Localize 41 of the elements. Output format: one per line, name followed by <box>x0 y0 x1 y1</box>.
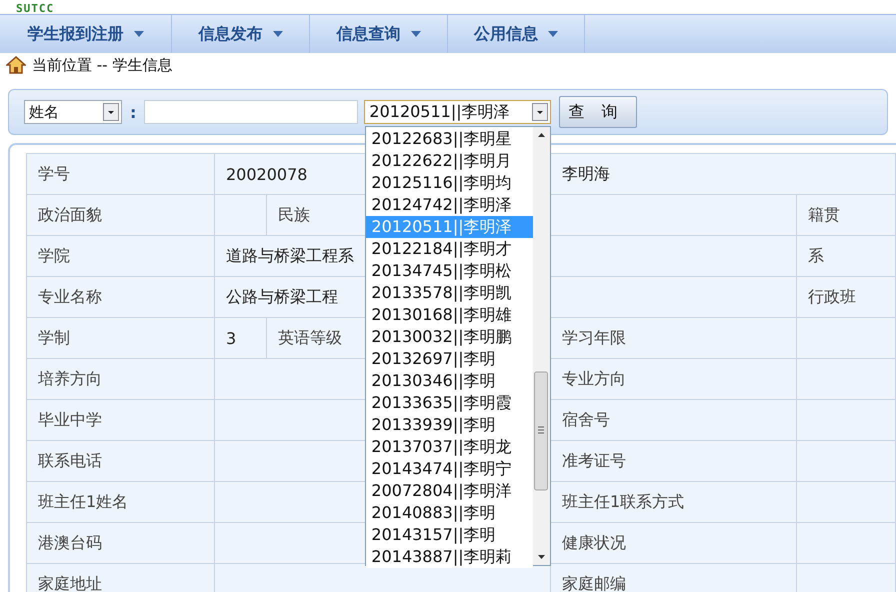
field-value: 3 <box>215 318 267 359</box>
field-label: 联系电话 <box>27 441 215 482</box>
field-label: 班主任1联系方式 <box>551 482 797 523</box>
field-label: 系 <box>797 236 896 277</box>
field-label: 毕业中学 <box>27 400 215 441</box>
field-label: 健康状况 <box>551 523 797 564</box>
search-input-field[interactable] <box>144 100 358 124</box>
breadcrumb: 当前位置 -- 学生信息 <box>32 56 172 74</box>
table-cell <box>215 195 267 236</box>
field-label: 行政班 <box>797 277 896 318</box>
logo: SUTCC <box>16 3 54 14</box>
field-label: 学习年限 <box>551 318 797 359</box>
field-label: 学制 <box>27 318 215 359</box>
field-value: 李明海 <box>551 154 896 195</box>
caret-icon <box>548 31 558 37</box>
dropdown-option[interactable]: 20143887||李明莉 <box>366 546 534 568</box>
caret-icon <box>410 31 420 37</box>
field-label: 家庭邮编 <box>551 564 797 592</box>
query-button[interactable]: 查 询 <box>559 96 638 128</box>
field-label: 学号 <box>27 154 215 195</box>
home-icon <box>6 56 26 74</box>
field-label: 家庭地址 <box>27 564 215 592</box>
field-label: 籍贯 <box>797 195 896 236</box>
menu-item[interactable]: 学生报到注册 <box>0 15 172 53</box>
menu-item[interactable]: 信息查询 <box>310 15 448 53</box>
field-label: 政治面貌 <box>27 195 215 236</box>
field-label: 专业方向 <box>551 359 797 400</box>
menu-item[interactable]: 公用信息 <box>448 15 585 53</box>
field-label: 培养方向 <box>27 359 215 400</box>
field-label: 宿舍号 <box>551 400 797 441</box>
field-label: 班主任1姓名 <box>27 482 215 523</box>
field-label: 专业名称 <box>27 277 215 318</box>
caret-icon <box>272 31 282 37</box>
scrollbar-icon <box>533 127 550 565</box>
field-select[interactable]: 姓名 <box>24 100 122 124</box>
colon-label: : <box>130 102 136 122</box>
field-label: 港澳台码 <box>27 523 215 564</box>
caret-icon <box>134 31 144 37</box>
menu-item[interactable]: 信息发布 <box>172 15 310 53</box>
field-label: 学院 <box>27 236 215 277</box>
field-label: 准考证号 <box>551 441 797 482</box>
